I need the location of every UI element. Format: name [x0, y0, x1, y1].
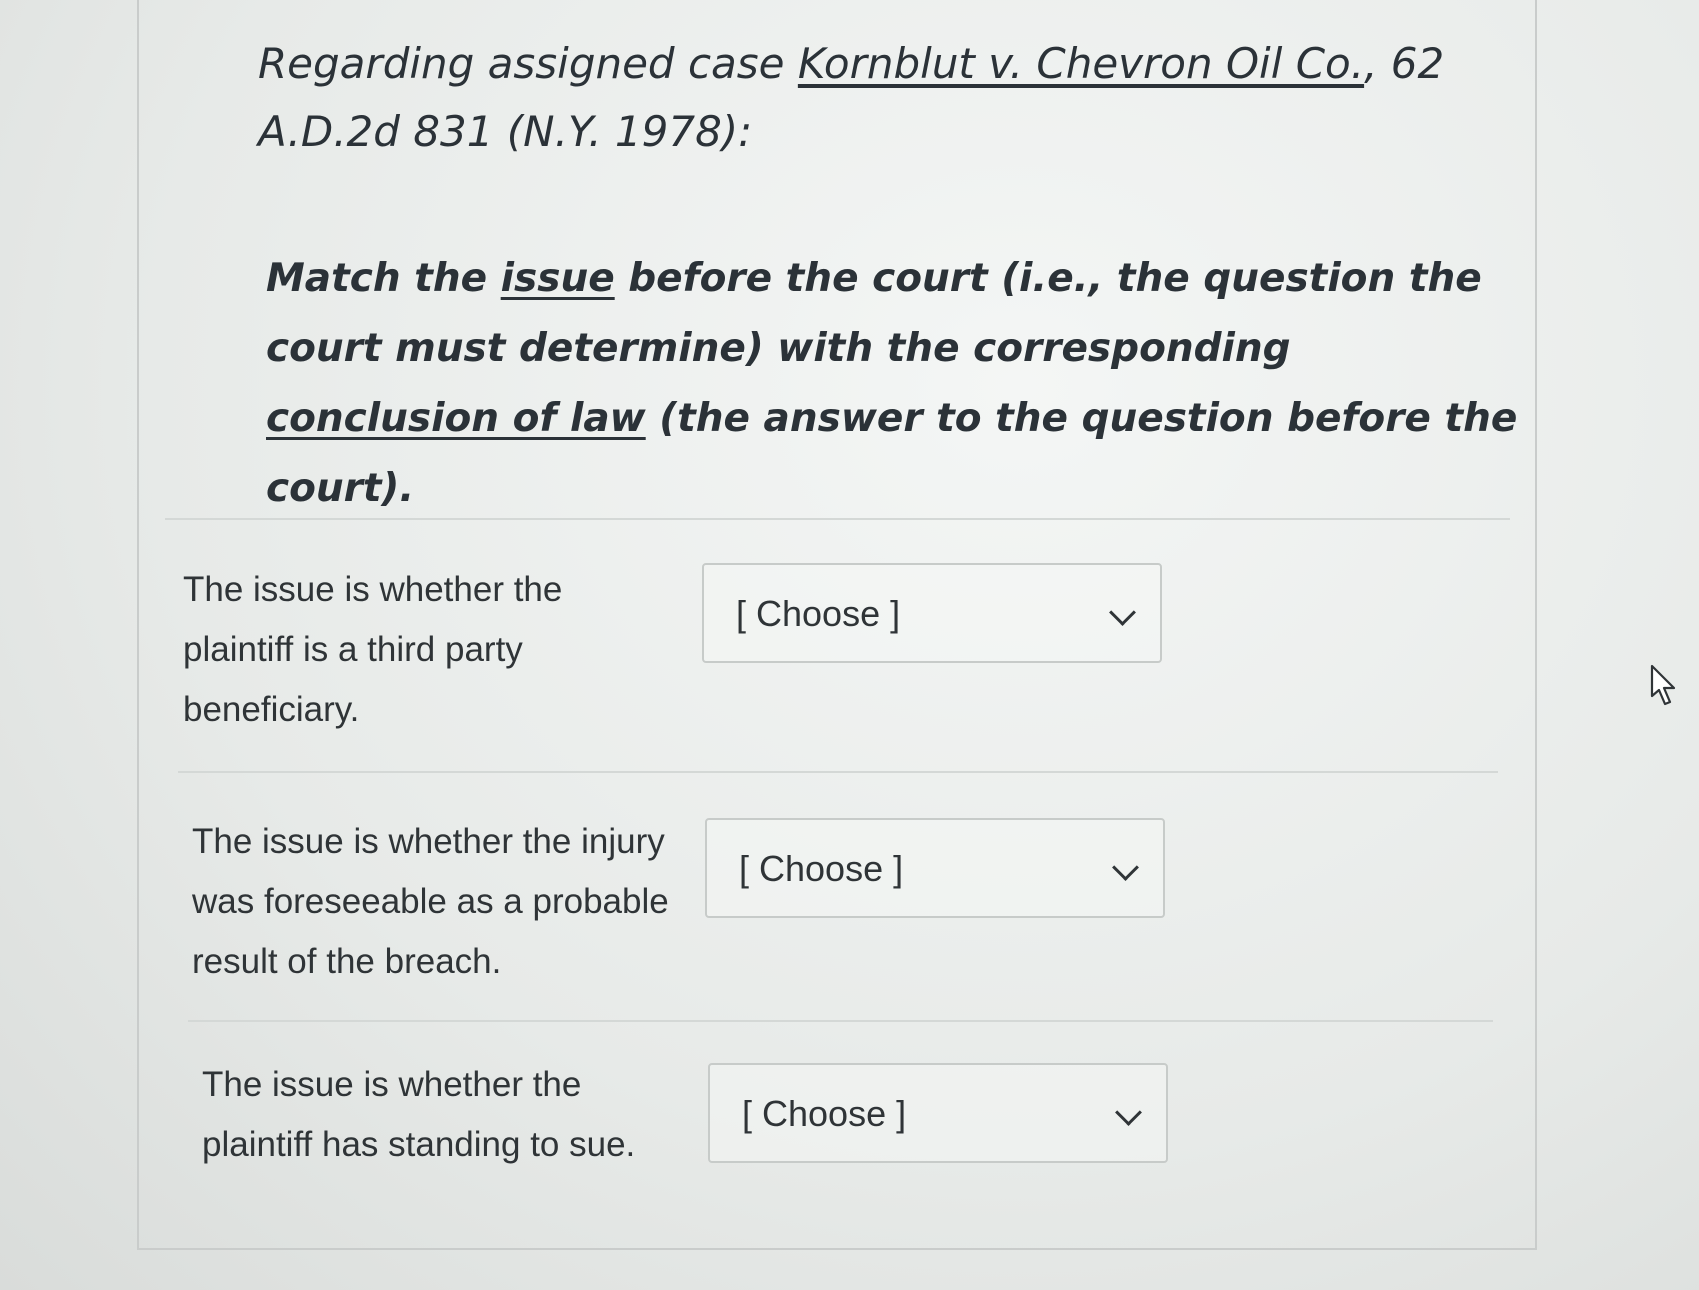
chevron-down-icon: [1112, 854, 1139, 881]
chevron-down-icon: [1109, 599, 1136, 626]
instructions-conclusion-of-law: conclusion of law: [266, 396, 646, 441]
match-select-1[interactable]: [ Choose ]: [702, 563, 1162, 663]
question-case-line: Regarding assigned case Kornblut v. Chev…: [258, 30, 1518, 166]
instructions-issue: issue: [500, 256, 615, 301]
match-issue-3: The issue is whether the plaintiff has s…: [202, 1065, 636, 1164]
divider-1: [178, 771, 1498, 773]
case-name: Kornblut v. Chevron Oil Co.: [797, 39, 1365, 88]
question-instructions: Match the issue before the court (i.e., …: [266, 244, 1518, 524]
case-prefix: Regarding assigned case: [258, 39, 798, 88]
match-issue-1: The issue is whether the plaintiff is a …: [183, 570, 563, 729]
mouse-cursor-icon: [1648, 664, 1684, 712]
select-value-3: [ Choose ]: [742, 1093, 907, 1134]
match-select-2[interactable]: [ Choose ]: [705, 818, 1165, 918]
match-select-3[interactable]: [ Choose ]: [708, 1063, 1168, 1163]
select-value-1: [ Choose ]: [736, 593, 901, 634]
select-value-2: [ Choose ]: [739, 848, 904, 889]
divider-top: [165, 518, 1510, 520]
divider-2: [188, 1020, 1493, 1022]
question-prompt: Regarding assigned case Kornblut v. Chev…: [258, 30, 1518, 524]
chevron-down-icon: [1115, 1099, 1142, 1126]
instructions-part-a: Match the: [266, 256, 501, 301]
match-issue-2: The issue is whether the injury was fore…: [192, 822, 669, 981]
